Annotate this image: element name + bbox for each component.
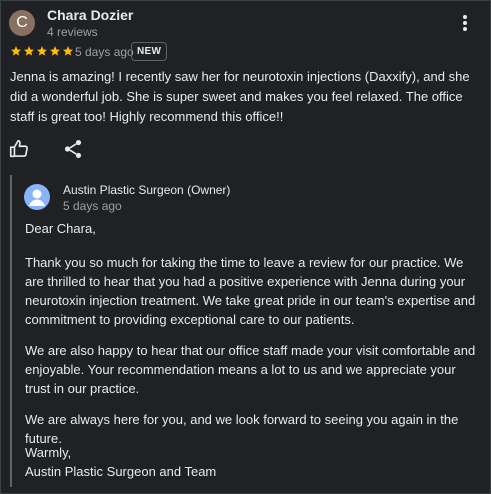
- star-icon: [50, 46, 60, 56]
- reply-paragraph: We are also happy to hear that our offic…: [25, 343, 476, 396]
- review-date: 5 days ago: [75, 45, 134, 59]
- more-vert-icon[interactable]: [455, 12, 475, 34]
- reviewer-name[interactable]: Chara Dozier: [47, 7, 133, 23]
- star-icon: [11, 46, 21, 56]
- new-badge: NEW: [131, 42, 168, 61]
- reply-greeting: Dear Chara,: [25, 221, 96, 236]
- owner-avatar-icon: [24, 184, 50, 210]
- reply-signature: Austin Plastic Surgeon and Team: [25, 464, 217, 479]
- reply-divider: [10, 175, 12, 487]
- star-icon: [24, 46, 34, 56]
- owner-reply-date: 5 days ago: [63, 199, 122, 213]
- review-text: Jenna is amazing! I recently saw her for…: [10, 69, 470, 124]
- star-rating: [10, 43, 74, 59]
- reviewer-avatar[interactable]: C: [9, 10, 35, 36]
- reply-closing: Warmly,: [25, 445, 72, 460]
- star-icon: [37, 46, 47, 56]
- owner-name: Austin Plastic Surgeon (Owner): [63, 183, 231, 197]
- star-icon: [63, 46, 73, 56]
- share-icon[interactable]: [62, 138, 84, 160]
- reviewer-review-count: 4 reviews: [47, 25, 98, 39]
- reply-paragraph: Thank you so much for taking the time to…: [25, 255, 476, 327]
- thumbs-up-icon[interactable]: [8, 138, 30, 160]
